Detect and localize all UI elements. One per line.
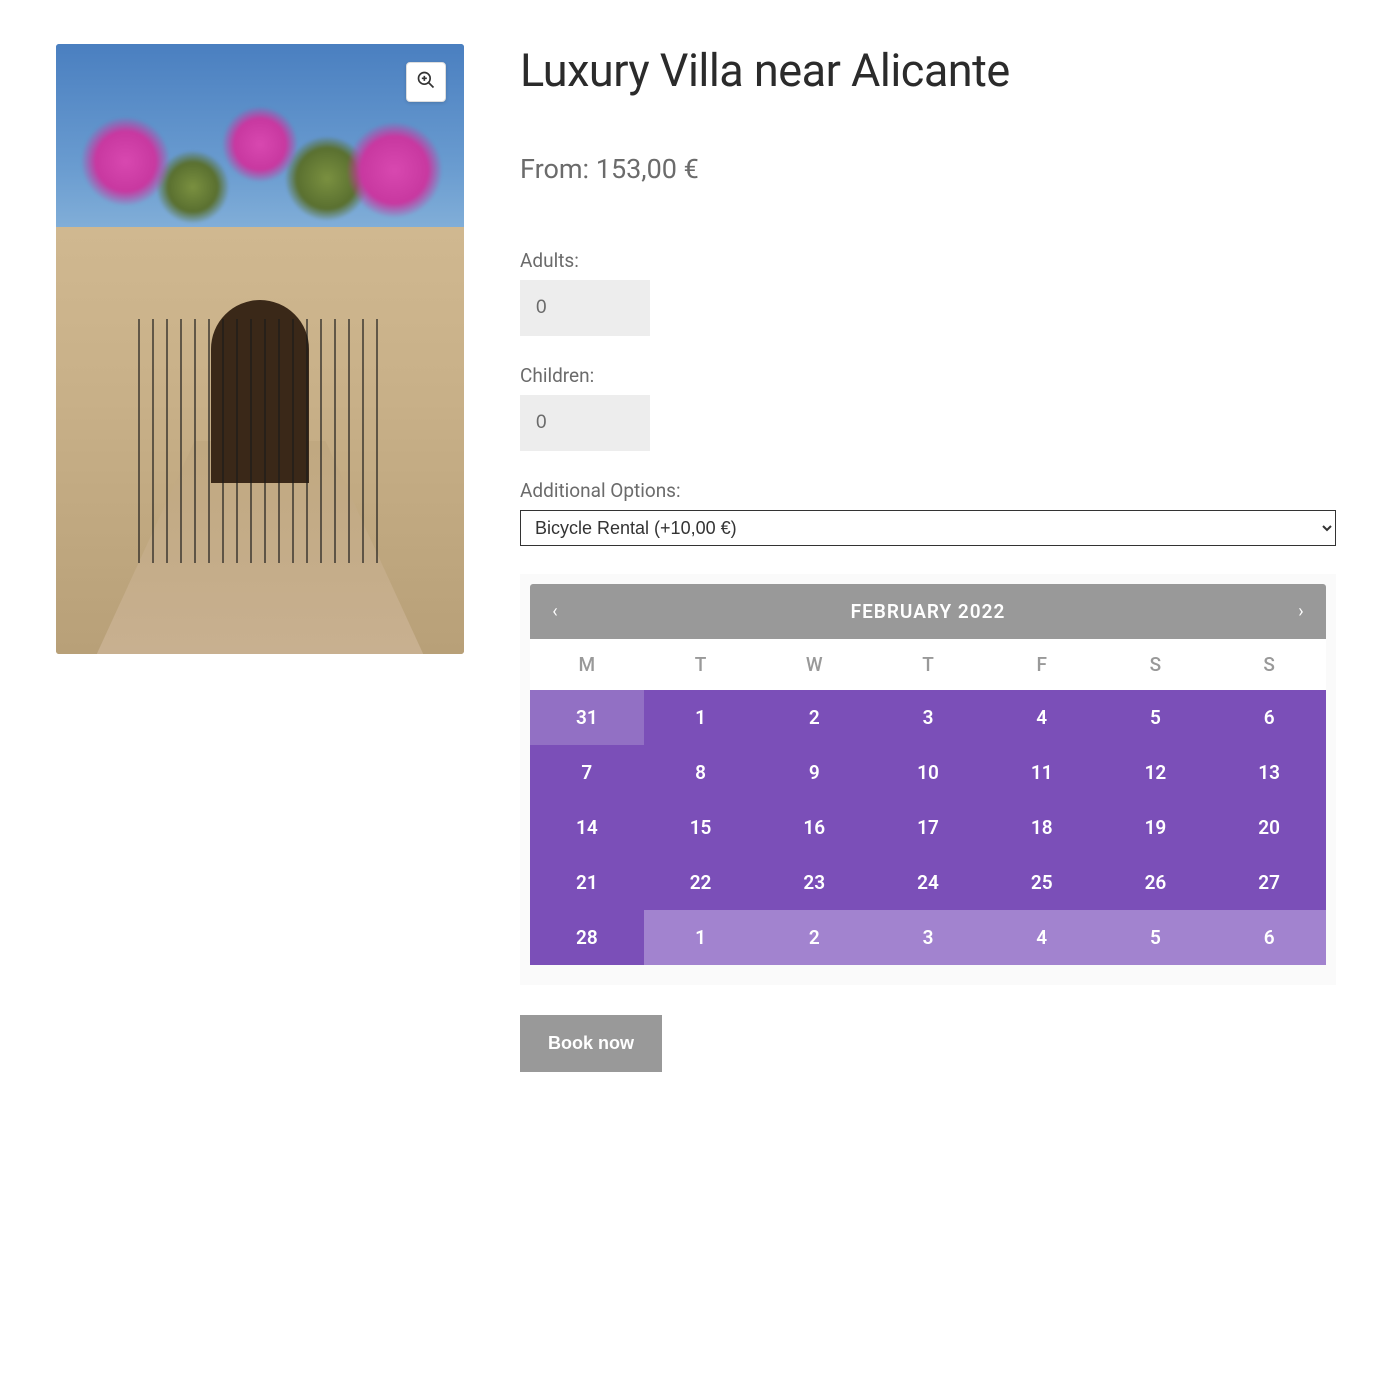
calendar-dow: M bbox=[530, 639, 644, 690]
calendar-dow: F bbox=[985, 639, 1099, 690]
price-prefix: From: bbox=[520, 153, 596, 185]
children-label: Children: bbox=[520, 364, 1336, 387]
calendar-day[interactable]: 22 bbox=[644, 855, 758, 910]
calendar-day[interactable]: 21 bbox=[530, 855, 644, 910]
calendar-day[interactable]: 4 bbox=[985, 910, 1099, 965]
calendar-next-button[interactable]: › bbox=[1286, 601, 1316, 622]
adults-label: Adults: bbox=[520, 249, 1336, 272]
children-input[interactable] bbox=[520, 395, 650, 451]
calendar-day[interactable]: 16 bbox=[757, 800, 871, 855]
calendar-day[interactable]: 13 bbox=[1212, 745, 1326, 800]
calendar-dow: T bbox=[871, 639, 985, 690]
calendar-day[interactable]: 25 bbox=[985, 855, 1099, 910]
calendar-day[interactable]: 14 bbox=[530, 800, 644, 855]
calendar-day[interactable]: 4 bbox=[985, 690, 1099, 745]
product-title: Luxury Villa near Alicante bbox=[520, 44, 1336, 97]
zoom-in-icon bbox=[416, 70, 436, 94]
calendar-day[interactable]: 24 bbox=[871, 855, 985, 910]
calendar-day[interactable]: 20 bbox=[1212, 800, 1326, 855]
calendar-day[interactable]: 23 bbox=[757, 855, 871, 910]
calendar-dow: W bbox=[757, 639, 871, 690]
book-now-button[interactable]: Book now bbox=[520, 1015, 662, 1072]
adults-input[interactable] bbox=[520, 280, 650, 336]
price: From: 153,00 € bbox=[520, 153, 1336, 185]
calendar-day[interactable]: 15 bbox=[644, 800, 758, 855]
price-value: 153,00 € bbox=[596, 153, 699, 185]
calendar-day[interactable]: 19 bbox=[1099, 800, 1213, 855]
calendar-day[interactable]: 12 bbox=[1099, 745, 1213, 800]
calendar-dow: T bbox=[644, 639, 758, 690]
calendar-day[interactable]: 5 bbox=[1099, 910, 1213, 965]
calendar-day[interactable]: 6 bbox=[1212, 910, 1326, 965]
calendar-day[interactable]: 7 bbox=[530, 745, 644, 800]
chevron-right-icon: › bbox=[1298, 601, 1303, 622]
calendar-day[interactable]: 31 bbox=[530, 690, 644, 745]
calendar-day[interactable]: 2 bbox=[757, 690, 871, 745]
calendar: ‹ FEBRUARY 2022 › MTWTFSS311234567891011… bbox=[520, 574, 1336, 985]
calendar-day[interactable]: 3 bbox=[871, 910, 985, 965]
calendar-day[interactable]: 6 bbox=[1212, 690, 1326, 745]
additional-options-select[interactable]: Bicycle Rental (+10,00 €) bbox=[520, 510, 1336, 546]
calendar-day[interactable]: 27 bbox=[1212, 855, 1326, 910]
zoom-button[interactable] bbox=[406, 62, 446, 102]
calendar-day[interactable]: 8 bbox=[644, 745, 758, 800]
product-image[interactable] bbox=[56, 44, 464, 654]
calendar-day[interactable]: 5 bbox=[1099, 690, 1213, 745]
calendar-prev-button[interactable]: ‹ bbox=[540, 601, 570, 622]
calendar-day[interactable]: 1 bbox=[644, 690, 758, 745]
calendar-day[interactable]: 11 bbox=[985, 745, 1099, 800]
options-label: Additional Options: bbox=[520, 479, 1336, 502]
calendar-dow: S bbox=[1099, 639, 1213, 690]
calendar-day[interactable]: 3 bbox=[871, 690, 985, 745]
chevron-left-icon: ‹ bbox=[552, 601, 557, 622]
calendar-day[interactable]: 28 bbox=[530, 910, 644, 965]
calendar-day[interactable]: 26 bbox=[1099, 855, 1213, 910]
calendar-dow: S bbox=[1212, 639, 1326, 690]
calendar-day[interactable]: 1 bbox=[644, 910, 758, 965]
calendar-day[interactable]: 2 bbox=[757, 910, 871, 965]
calendar-day[interactable]: 18 bbox=[985, 800, 1099, 855]
calendar-header: ‹ FEBRUARY 2022 › bbox=[530, 584, 1326, 639]
calendar-day[interactable]: 10 bbox=[871, 745, 985, 800]
calendar-day[interactable]: 17 bbox=[871, 800, 985, 855]
calendar-day[interactable]: 9 bbox=[757, 745, 871, 800]
calendar-month-label: FEBRUARY 2022 bbox=[851, 600, 1006, 623]
